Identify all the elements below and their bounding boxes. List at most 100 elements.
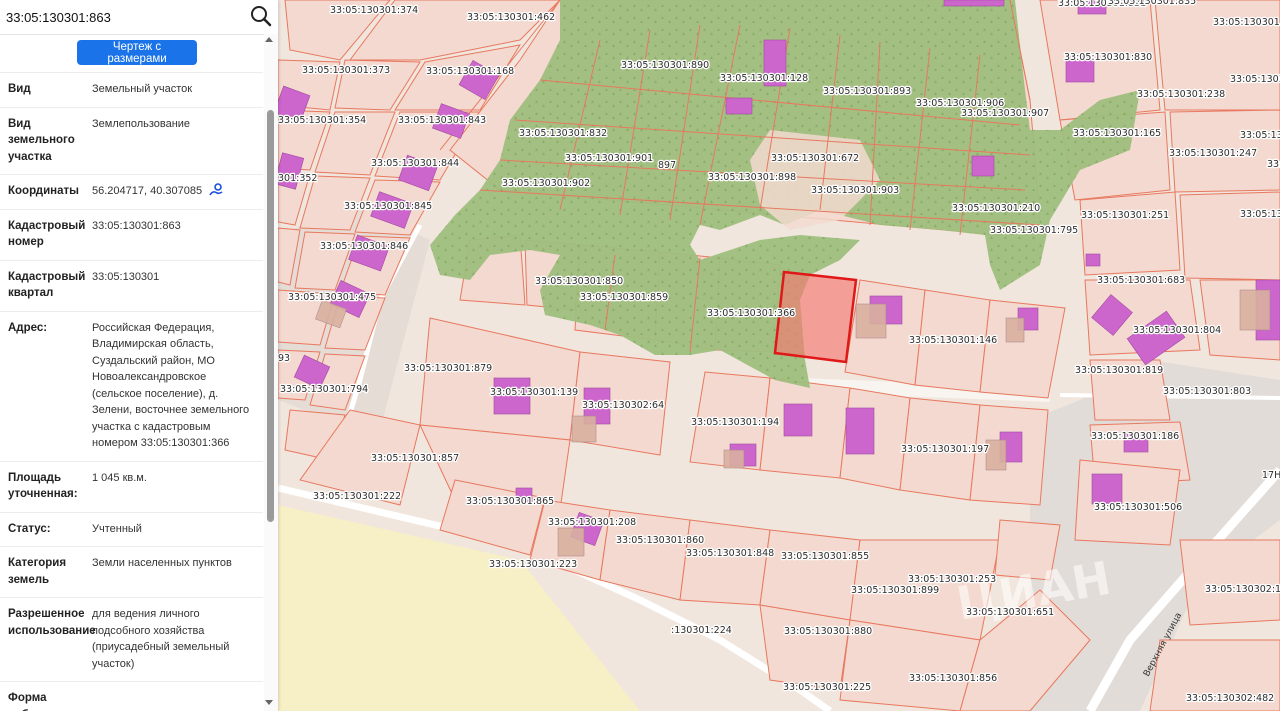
row-label: Форма собственности	[8, 692, 94, 711]
plot-label: 33:05:130	[1240, 209, 1280, 220]
row-address: Адрес: Российская Федерация, Владимирска…	[0, 310, 263, 461]
scroll-down-arrow-icon[interactable]	[265, 700, 273, 705]
plot-label: 33:05:130301:165	[1073, 128, 1161, 139]
plot-label: 33:05:130301:832	[519, 128, 607, 139]
plot-label: 33:05:130301:146	[909, 335, 997, 346]
row-permitted-use: Разрешенное использование для ведения ли…	[0, 597, 263, 681]
plot-label: 33:05:130301:462	[467, 12, 555, 23]
row-label: Кадастровый номер	[8, 219, 86, 249]
plot-label: 33:05:130301:804	[1133, 325, 1221, 336]
row-land-category: Категория земель Земли населенных пункто…	[0, 546, 263, 597]
plot-label: 33:05:130301:354	[278, 115, 366, 126]
row-value: 1 045 кв.м.	[92, 471, 147, 484]
plot-label: 33:05:130301:168	[426, 66, 514, 77]
plot-label: 33:05:130301:846	[320, 241, 408, 252]
row-value: Российская Федерация, Владимирская облас…	[92, 321, 250, 450]
row-ownership-form: Форма собственности	[0, 681, 263, 711]
row-value: Земельный участок	[92, 83, 193, 95]
plot-label: 33:05:130301:247	[1169, 148, 1257, 159]
plot-label: 33:05:130301:475	[288, 292, 376, 303]
plot-label: 33:05:130301:794	[280, 384, 368, 395]
plot-label: 33:05:130302:482	[1186, 693, 1274, 704]
plot-label: 33:05:130301:	[1230, 74, 1280, 85]
plot-label: 33:05:130301:373	[302, 65, 390, 76]
plot-label: 33:05:130301:253	[908, 574, 996, 585]
plot-label: 301:352	[278, 173, 317, 184]
plot-label: 33:05:130301:845	[344, 201, 432, 212]
plot-label: 33:05:130301:890	[621, 60, 709, 71]
row-value: для ведения личного подсобного хозяйства…	[92, 608, 230, 670]
row-label: Вид земельного участка	[8, 117, 75, 163]
plot-label: 33:05:130301:901	[565, 153, 653, 164]
plot-label: 33:05:130301:186	[1091, 431, 1179, 442]
search-input[interactable]	[4, 6, 244, 28]
plot-label: 33:05:130301:856	[909, 673, 997, 684]
plot-label: 33:05:130301:374	[330, 5, 418, 16]
plot-label: 33:05:130301:223	[489, 559, 577, 570]
plot-label: 33:05:130301:907	[961, 108, 1049, 119]
plot-label: 33:05:130301:238	[1137, 89, 1225, 100]
plot-label: 33:05:130301:850	[535, 276, 623, 287]
plot-label: 33:05:130301:830	[1064, 52, 1152, 63]
plot-label: :130301:224	[671, 625, 732, 636]
plot-label: 33:05:130301:865	[466, 496, 554, 507]
row-value-wrap: 56.204717, 40.307085	[92, 183, 263, 200]
row-value: 33:05:130301:863	[92, 219, 181, 232]
row-label: Статус:	[8, 522, 51, 535]
plot-label: 33:05:130	[1240, 130, 1280, 141]
plot-label: 33:05:130301:683	[1097, 275, 1185, 286]
plot-label: 33:05:130301:128	[720, 73, 808, 84]
plot-label: 33:05:130301	[1213, 17, 1280, 28]
row-area: Площадь уточненная: 1 045 кв.м.	[0, 460, 263, 512]
show-on-map-icon[interactable]	[209, 183, 223, 196]
plot-label: 33:05:130301:898	[708, 172, 796, 183]
info-panel: Чертеж с размерами Вид Земельный участок…	[0, 0, 278, 711]
row-label: Вид	[8, 83, 31, 95]
row-land-type: Вид земельного участка Землепользование	[0, 106, 263, 175]
row-label: Координаты	[8, 185, 79, 197]
plot-label: 33:05:130301:859	[580, 292, 668, 303]
plot-label: 33:05:130301:855	[781, 551, 869, 562]
plot-label: 33:05:130301:651	[966, 607, 1054, 618]
plot-label: 33:05:130301:899	[851, 585, 939, 596]
row-value: Землепользование	[92, 117, 191, 130]
plot-label: 897	[658, 160, 676, 171]
plot-label: 33:	[1267, 159, 1280, 170]
row-label: Категория земель	[8, 557, 67, 586]
row-cadastral-number: Кадастровый номер 33:05:130301:863	[0, 208, 263, 260]
row-label: Площадь уточненная:	[8, 471, 78, 501]
plot-label: 33:05:130301:843	[398, 115, 486, 126]
row-label: Адрес:	[8, 321, 48, 334]
search-icon[interactable]	[250, 5, 272, 27]
plot-label: 93	[278, 353, 290, 364]
plot-label: 17Н	[1262, 470, 1280, 481]
row-value: Учтенный	[92, 522, 142, 535]
row-type: Вид Земельный участок	[0, 72, 263, 107]
plot-label: 33:05:130301:844	[371, 158, 459, 169]
plot-label: 33:05:130301:795	[990, 225, 1078, 236]
row-cadastral-quarter: Кадастровый квартал 33:05:130301	[0, 259, 263, 311]
plot-label: 33:05:130301:672	[771, 153, 859, 164]
plot-label: 33:05:130301:880	[784, 626, 872, 637]
row-value: Земли населенных пунктов	[92, 557, 232, 569]
plot-label: 33:05:130301:210	[952, 203, 1040, 214]
plot-label: 33:05:130301:893	[823, 86, 911, 97]
scrollbar-thumb[interactable]	[267, 110, 274, 522]
plot-label: 33:05:130301:197	[901, 444, 989, 455]
plot-label: 33:05:130301:194	[691, 417, 779, 428]
plot-label: 33:05:130301:222	[313, 491, 401, 502]
scroll-up-arrow-icon[interactable]	[265, 37, 273, 42]
plot-label: 33:05:130301:506	[1094, 502, 1182, 513]
plot-label: 33:05:130301:835	[1108, 0, 1196, 7]
plot-label: 33:05:130301:225	[783, 682, 871, 693]
drawing-with-dimensions-button[interactable]: Чертеж с размерами	[77, 40, 197, 65]
plot-label: 33:05:130302:11	[1205, 584, 1280, 595]
plot-label: 33:05:130301:879	[404, 363, 492, 374]
row-label: Кадастровый квартал	[8, 270, 86, 300]
row-value: 56.204717, 40.307085	[92, 185, 203, 197]
plot-label: 33:05:130301:208	[548, 517, 636, 528]
plot-label: 33:05:130302:64	[582, 400, 664, 411]
plot-label: 33:05:130301:139	[490, 387, 578, 398]
row-status: Статус: Учтенный	[0, 511, 263, 547]
search-bar	[0, 0, 278, 35]
